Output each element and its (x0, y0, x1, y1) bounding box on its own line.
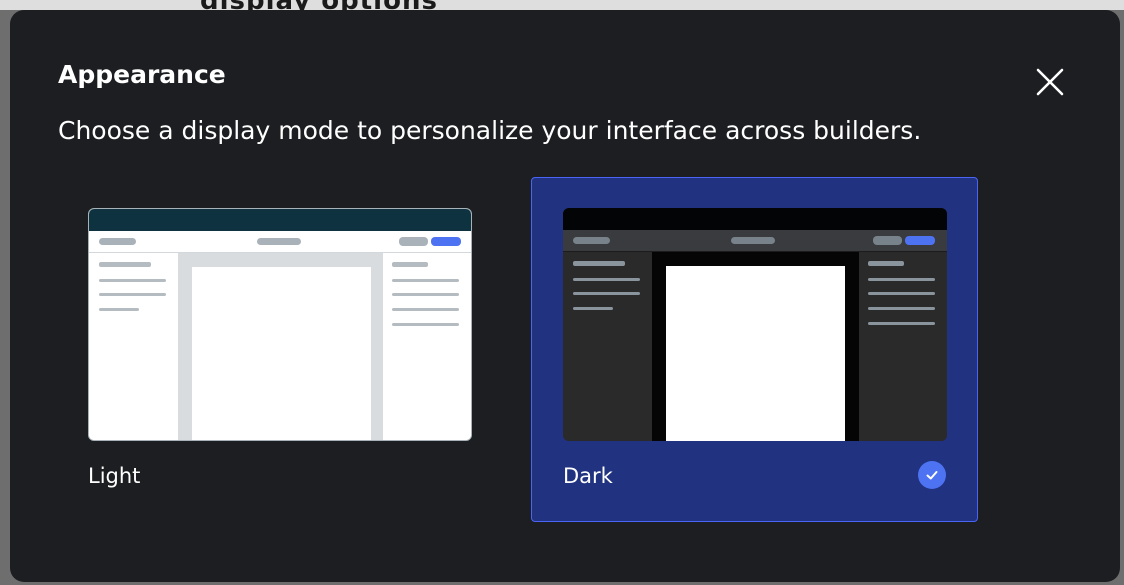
dark-mode-preview (563, 208, 947, 441)
preview-left-panel (89, 253, 178, 440)
light-mode-preview (88, 208, 472, 441)
preview-toolbar-button (905, 236, 935, 245)
preview-line (392, 293, 459, 296)
appearance-modal: Appearance Choose a display mode to pers… (10, 10, 1120, 582)
preview-line (99, 279, 166, 282)
preview-line (99, 262, 151, 267)
preview-line (868, 322, 935, 325)
preview-line (868, 307, 935, 310)
preview-line (573, 292, 640, 295)
light-mode-label: Light (88, 464, 141, 488)
preview-left-panel (563, 252, 652, 441)
preview-line (868, 261, 904, 266)
light-mode-option[interactable]: Light (72, 177, 519, 522)
preview-right-panel (859, 252, 947, 441)
checkmark-icon (926, 471, 938, 480)
preview-toolbar (563, 230, 947, 252)
preview-right-panel (383, 253, 471, 440)
preview-line (99, 308, 139, 311)
preview-toolbar-item (399, 237, 428, 246)
preview-toolbar-item (573, 237, 610, 244)
preview-canvas (178, 253, 385, 440)
preview-top-bar (563, 208, 947, 230)
preview-line (392, 279, 459, 282)
preview-line (99, 293, 166, 296)
dark-mode-option[interactable]: Dark (531, 177, 978, 522)
preview-line (392, 262, 428, 267)
check-circle-icon (918, 461, 946, 489)
dark-mode-label: Dark (563, 464, 613, 488)
preview-line (392, 323, 459, 326)
preview-page (192, 267, 371, 440)
preview-page (666, 266, 845, 441)
modal-subtitle: Choose a display mode to personalize you… (58, 116, 922, 145)
preview-toolbar-item (257, 238, 301, 245)
preview-line (573, 307, 613, 310)
preview-line (392, 308, 459, 311)
preview-toolbar-item (731, 237, 775, 244)
page-backdrop (0, 0, 1124, 10)
close-icon (1036, 68, 1064, 96)
preview-canvas (652, 252, 859, 441)
preview-line (573, 261, 625, 266)
preview-toolbar (89, 231, 471, 253)
preview-toolbar-item (873, 236, 902, 245)
modal-title: Appearance (58, 60, 226, 89)
preview-line (868, 278, 935, 281)
preview-line (868, 292, 935, 295)
preview-line (573, 278, 640, 281)
preview-top-bar (89, 209, 471, 231)
preview-toolbar-item (99, 238, 136, 245)
close-button[interactable] (1028, 60, 1072, 104)
preview-toolbar-button (431, 237, 461, 246)
